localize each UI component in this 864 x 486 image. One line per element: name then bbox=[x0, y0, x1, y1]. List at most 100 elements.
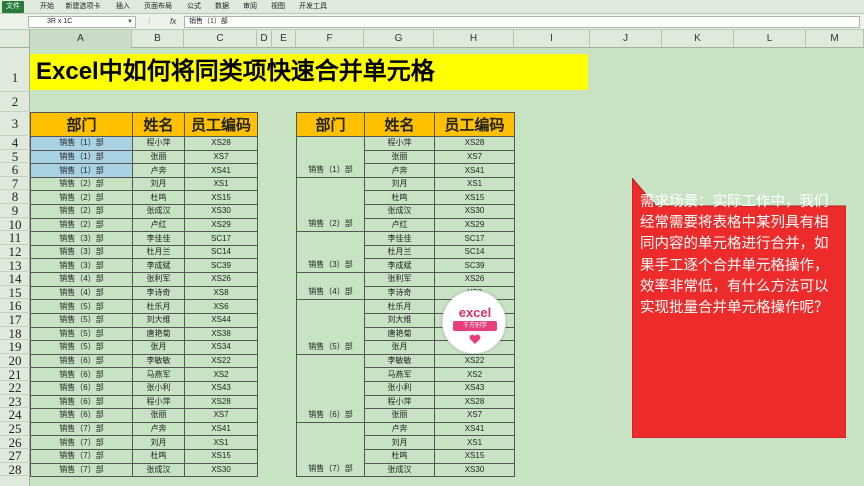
code-cell[interactable]: XS38 bbox=[184, 326, 258, 342]
code-cell[interactable]: XS2 bbox=[184, 367, 258, 382]
code-cell[interactable]: SC17 bbox=[434, 231, 515, 246]
name-cell[interactable]: 程小萍 bbox=[132, 394, 185, 410]
dept-cell[interactable]: 销售（1）部 bbox=[30, 136, 133, 151]
row-header-2[interactable]: 2 bbox=[0, 92, 30, 112]
name-cell[interactable]: 程小萍 bbox=[364, 394, 435, 410]
code-cell[interactable]: XS6 bbox=[184, 299, 258, 314]
row-header-17[interactable]: 17 bbox=[0, 313, 30, 327]
dept-cell[interactable]: 销售（5）部 bbox=[30, 299, 133, 314]
code-cell[interactable]: XS8 bbox=[184, 285, 258, 301]
code-cell[interactable]: XS28 bbox=[434, 394, 515, 410]
dept-cell[interactable]: 销售（1）部 bbox=[30, 149, 133, 165]
code-cell[interactable]: XS15 bbox=[184, 190, 258, 206]
name-cell[interactable]: 刘月 bbox=[364, 435, 435, 451]
code-cell[interactable]: XS28 bbox=[184, 136, 258, 151]
name-cell[interactable]: 杜鸣 bbox=[132, 190, 185, 206]
row-header-21[interactable]: 21 bbox=[0, 367, 30, 382]
name-cell[interactable]: 张成汉 bbox=[364, 204, 435, 219]
name-cell[interactable]: 刘月 bbox=[364, 176, 435, 192]
name-cell[interactable]: 杜月兰 bbox=[132, 244, 185, 260]
name-cell[interactable]: 张丽 bbox=[132, 408, 185, 423]
name-cell[interactable]: 李成斌 bbox=[364, 258, 435, 274]
name-cell[interactable]: 卢红 bbox=[364, 217, 435, 233]
column-header-d[interactable]: D bbox=[257, 30, 272, 48]
name-cell[interactable]: 李佳佳 bbox=[364, 231, 435, 246]
name-cell[interactable]: 李诗奇 bbox=[132, 285, 185, 301]
code-cell[interactable]: XS26 bbox=[434, 272, 515, 287]
code-cell[interactable]: SC14 bbox=[184, 244, 258, 260]
code-cell[interactable]: XS29 bbox=[184, 217, 258, 233]
name-cell[interactable]: 张小利 bbox=[132, 380, 185, 396]
name-cell[interactable]: 卢奔 bbox=[132, 421, 185, 437]
merged-dept-cell[interactable]: 销售（6）部 bbox=[296, 353, 365, 423]
name-cell[interactable]: 张月 bbox=[132, 340, 185, 355]
merged-dept-cell[interactable]: 销售（1）部 bbox=[296, 136, 365, 178]
code-cell[interactable]: XS30 bbox=[434, 462, 515, 478]
row-header-9[interactable]: 9 bbox=[0, 204, 30, 218]
row-header-14[interactable]: 14 bbox=[0, 272, 30, 286]
dept-cell[interactable]: 销售（6）部 bbox=[30, 380, 133, 396]
chevron-down-icon[interactable]: ▼ bbox=[127, 17, 133, 27]
row-header-1[interactable]: 1 bbox=[0, 48, 30, 92]
row-header-26[interactable]: 26 bbox=[0, 436, 30, 450]
dept-cell[interactable]: 销售（3）部 bbox=[30, 231, 133, 246]
row-header-22[interactable]: 22 bbox=[0, 381, 30, 395]
name-cell[interactable]: 李佳佳 bbox=[132, 231, 185, 246]
name-cell[interactable]: 李成斌 bbox=[132, 258, 185, 274]
name-cell[interactable]: 李诗奇 bbox=[364, 285, 435, 301]
name-cell[interactable]: 程小萍 bbox=[364, 136, 435, 151]
row-header-10[interactable]: 10 bbox=[0, 218, 30, 232]
dept-cell[interactable]: 销售（6）部 bbox=[30, 408, 133, 423]
row-header-11[interactable]: 11 bbox=[0, 231, 30, 245]
column-header-i[interactable]: I bbox=[514, 30, 590, 48]
name-cell[interactable]: 刘大维 bbox=[132, 312, 185, 328]
name-cell[interactable]: 李敏敏 bbox=[132, 353, 185, 369]
name-cell[interactable]: 张成汉 bbox=[132, 462, 185, 478]
name-cell[interactable]: 杜月兰 bbox=[364, 244, 435, 260]
name-cell[interactable]: 刘月 bbox=[132, 176, 185, 192]
column-header-h[interactable]: H bbox=[434, 30, 514, 48]
code-cell[interactable]: XS15 bbox=[184, 449, 258, 464]
ribbon-tab-4[interactable]: 页面布局 bbox=[142, 1, 174, 13]
name-cell[interactable]: 卢红 bbox=[132, 217, 185, 233]
name-cell[interactable]: 杜鸣 bbox=[364, 190, 435, 206]
code-cell[interactable]: XS30 bbox=[184, 462, 258, 478]
row-header-4[interactable]: 4 bbox=[0, 136, 30, 150]
code-cell[interactable]: XS43 bbox=[434, 380, 515, 396]
name-cell[interactable]: 张丽 bbox=[364, 149, 435, 165]
row-header-20[interactable]: 20 bbox=[0, 354, 30, 368]
column-header-m[interactable]: M bbox=[806, 30, 864, 48]
column-header-a[interactable]: A bbox=[30, 30, 132, 48]
merged-dept-cell[interactable]: 销售（3）部 bbox=[296, 231, 365, 274]
dept-cell[interactable]: 销售（4）部 bbox=[30, 285, 133, 301]
merged-dept-cell[interactable]: 销售（2）部 bbox=[296, 176, 365, 233]
row-header-7[interactable]: 7 bbox=[0, 177, 30, 191]
name-cell[interactable]: 杜鸣 bbox=[132, 449, 185, 464]
column-header-g[interactable]: G bbox=[364, 30, 434, 48]
name-cell[interactable]: 卢奔 bbox=[132, 163, 185, 178]
row-header-5[interactable]: 5 bbox=[0, 149, 30, 164]
name-cell[interactable]: 杜乐月 bbox=[364, 299, 435, 314]
name-cell[interactable]: 张小利 bbox=[364, 380, 435, 396]
code-cell[interactable]: XS2 bbox=[434, 367, 515, 382]
header-code[interactable]: 员工编码 bbox=[184, 112, 258, 137]
merged-dept-cell[interactable]: 销售（5）部 bbox=[296, 299, 365, 355]
code-cell[interactable]: SC39 bbox=[434, 258, 515, 274]
dept-cell[interactable]: 销售（5）部 bbox=[30, 312, 133, 328]
dept-cell[interactable]: 销售（5）部 bbox=[30, 326, 133, 342]
code-cell[interactable]: XS26 bbox=[184, 272, 258, 287]
row-header-8[interactable]: 8 bbox=[0, 190, 30, 205]
dept-cell[interactable]: 销售（3）部 bbox=[30, 258, 133, 274]
header-dept[interactable]: 部门 bbox=[30, 112, 133, 137]
code-cell[interactable]: XS28 bbox=[184, 394, 258, 410]
dept-cell[interactable]: 销售（7）部 bbox=[30, 435, 133, 451]
code-cell[interactable]: XS43 bbox=[184, 380, 258, 396]
name-cell[interactable]: 李敏敏 bbox=[364, 353, 435, 369]
code-cell[interactable]: XS15 bbox=[434, 190, 515, 206]
row-header-23[interactable]: 23 bbox=[0, 395, 30, 409]
column-header-e[interactable]: E bbox=[272, 30, 296, 48]
code-cell[interactable]: XS41 bbox=[184, 421, 258, 437]
merged-dept-cell[interactable]: 销售（4）部 bbox=[296, 272, 365, 301]
name-cell[interactable]: 卢奔 bbox=[364, 421, 435, 437]
name-cell[interactable]: 程小萍 bbox=[132, 136, 185, 151]
